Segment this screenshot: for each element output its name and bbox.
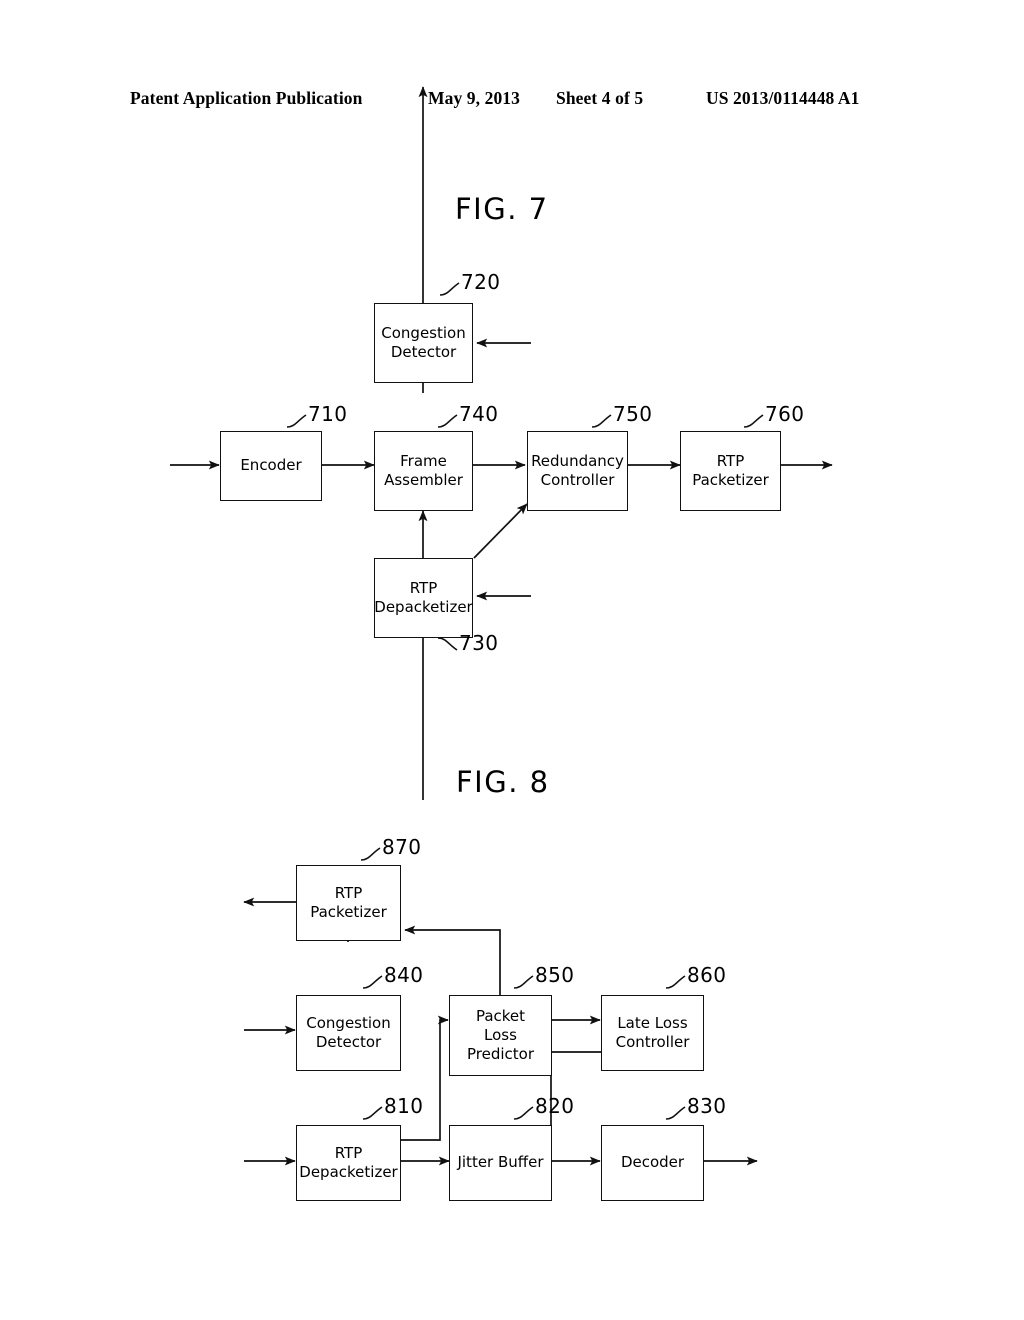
- arrow-rtp-depacketizer-to-redundancy-controller: [473, 503, 528, 559]
- arrow-rtp-depacketizer-to-packet-loss-predictor: [401, 1015, 449, 1141]
- fig8-refnum-870: 870: [382, 835, 422, 859]
- fig7-refnum-710: 710: [308, 402, 348, 426]
- fig8-refnum-860: 860: [687, 963, 727, 987]
- fig8-node-packet-loss-predictor[interactable]: Packet Loss Predictor: [449, 995, 552, 1076]
- fig8-packet-loss-predictor-line2: Loss: [484, 1025, 517, 1044]
- leader-720: [439, 282, 460, 296]
- header-publication-title: Patent Application Publication: [130, 88, 363, 108]
- leader-750: [591, 414, 612, 428]
- fig8-refnum-850: 850: [535, 963, 575, 987]
- fig8-node-late-loss-controller[interactable]: Late Loss Controller: [601, 995, 704, 1071]
- fig8-decoder-line1: Decoder: [620, 1153, 685, 1172]
- leader-740: [437, 414, 458, 428]
- fig8-node-congestion-detector[interactable]: Congestion Detector: [296, 995, 401, 1071]
- fig7-node-encoder[interactable]: Encoder: [220, 431, 322, 501]
- fig7-refnum-750: 750: [613, 402, 653, 426]
- figure-8-title: FIG. 8: [456, 765, 550, 799]
- leader-830: [665, 1106, 686, 1120]
- fig8-rtp-depacketizer-line2: Depacketizer: [299, 1163, 398, 1181]
- fig8-late-loss-controller-line1: Late Loss: [617, 1013, 688, 1032]
- fig7-refnum-740: 740: [459, 402, 499, 426]
- header-document-number: US 2013/0114448 A1: [706, 88, 860, 108]
- fig7-redundancy-controller-line1: Redundancy: [531, 451, 624, 470]
- fig8-refnum-820: 820: [535, 1094, 575, 1118]
- figure-8: RTP Packetizer 870 Congestion Detector 8…: [0, 830, 1024, 1230]
- fig8-jitter-buffer-line1: Jitter Buffer: [457, 1153, 544, 1172]
- fig8-refnum-840: 840: [384, 963, 424, 987]
- fig8-rtp-packetizer-line1: RTP: [334, 883, 363, 902]
- fig7-frame-assembler-line1: Frame: [400, 451, 447, 470]
- fig8-refnum-830: 830: [687, 1094, 727, 1118]
- fig8-node-jitter-buffer[interactable]: Jitter Buffer: [449, 1125, 552, 1201]
- fig7-frame-assembler-line2: Assembler: [384, 471, 463, 489]
- leader-850: [513, 975, 534, 989]
- fig7-node-congestion-detector[interactable]: Congestion Detector: [374, 303, 473, 383]
- fig7-congestion-detector-line1: Congestion: [381, 323, 466, 342]
- fig8-node-rtp-depacketizer[interactable]: RTP Depacketizer: [296, 1125, 401, 1201]
- fig7-congestion-detector-line2: Detector: [390, 343, 457, 361]
- fig7-refnum-720: 720: [461, 270, 501, 294]
- fig8-packet-loss-predictor-line1: Packet: [475, 1006, 526, 1025]
- fig8-node-decoder[interactable]: Decoder: [601, 1125, 704, 1201]
- fig8-packet-loss-predictor-line3: Predictor: [466, 1045, 534, 1064]
- leader-730: [437, 637, 458, 651]
- leader-810: [362, 1106, 383, 1120]
- fig7-rtp-packetizer-line1: RTP: [716, 451, 745, 470]
- fig7-rtp-depacketizer-line1: RTP: [409, 578, 438, 597]
- fig7-encoder-line1: Encoder: [240, 456, 302, 475]
- leader-870: [360, 847, 381, 861]
- fig7-node-frame-assembler[interactable]: Frame Assembler: [374, 431, 473, 511]
- fig8-congestion-detector-line2: Detector: [315, 1033, 382, 1051]
- fig7-node-redundancy-controller[interactable]: Redundancy Controller: [527, 431, 628, 511]
- leader-760: [743, 414, 764, 428]
- fig8-refnum-810: 810: [384, 1094, 424, 1118]
- fig8-rtp-depacketizer-line1: RTP: [334, 1143, 363, 1162]
- leader-820: [513, 1106, 534, 1120]
- leader-840: [362, 975, 383, 989]
- fig7-rtp-depacketizer-line2: Depacketizer: [374, 598, 473, 616]
- fig7-node-rtp-depacketizer[interactable]: RTP Depacketizer: [374, 558, 473, 638]
- page-header: Patent Application Publication May 9, 20…: [0, 88, 1024, 114]
- fig8-node-rtp-packetizer[interactable]: RTP Packetizer: [296, 865, 401, 941]
- figure-7-title: FIG. 7: [455, 192, 549, 226]
- leader-710: [286, 414, 307, 428]
- fig7-rtp-packetizer-line2: Packetizer: [692, 471, 769, 489]
- leader-860: [665, 975, 686, 989]
- header-publication-date: May 9, 2013: [428, 88, 520, 108]
- fig7-redundancy-controller-line2: Controller: [540, 471, 615, 489]
- header-sheet-number: Sheet 4 of 5: [556, 88, 644, 108]
- fig7-node-rtp-packetizer[interactable]: RTP Packetizer: [680, 431, 781, 511]
- figure-7-connectors: [170, 86, 833, 800]
- fig8-late-loss-controller-line2: Controller: [615, 1033, 690, 1051]
- fig7-refnum-730: 730: [459, 631, 499, 655]
- fig8-congestion-detector-line1: Congestion: [306, 1013, 391, 1032]
- fig7-refnum-760: 760: [765, 402, 805, 426]
- fig8-rtp-packetizer-line2: Packetizer: [310, 903, 387, 921]
- figure-7: Congestion Detector 720 Encoder 710 Fram…: [0, 86, 1024, 800]
